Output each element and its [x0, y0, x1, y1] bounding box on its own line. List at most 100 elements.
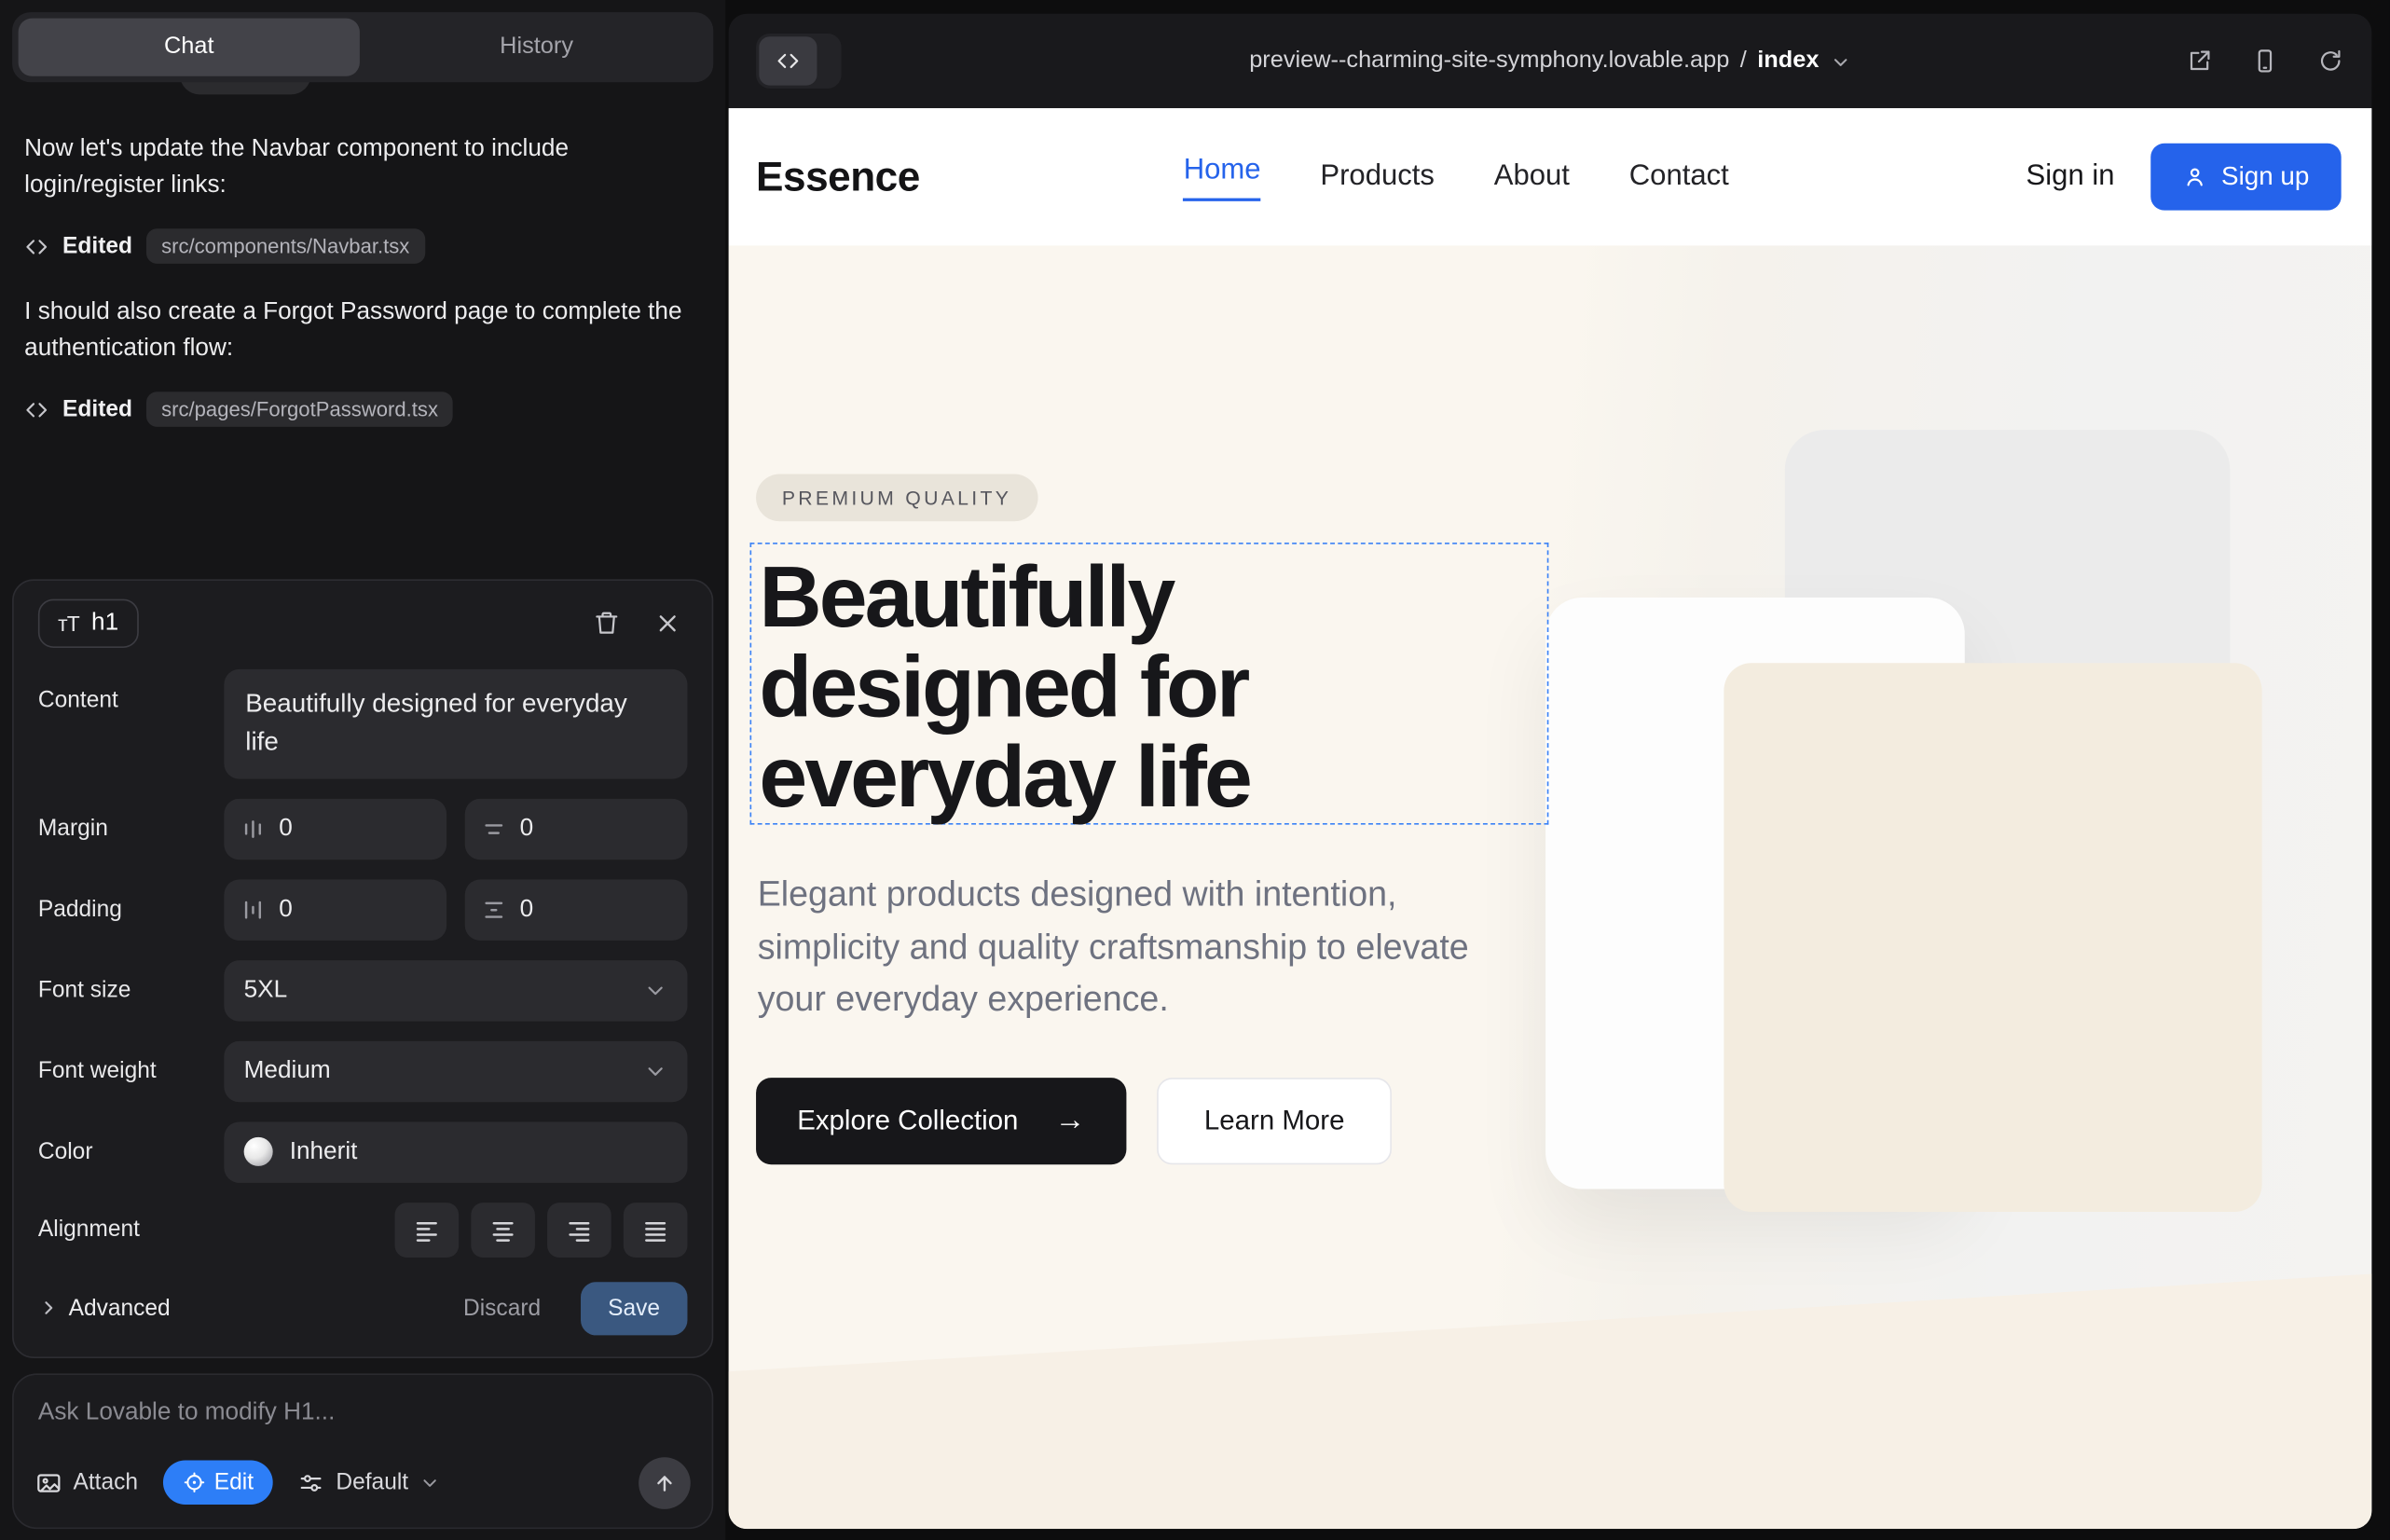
color-value: Inherit — [290, 1138, 358, 1165]
nav-products[interactable]: Products — [1320, 160, 1435, 194]
close-editor-button[interactable] — [648, 604, 688, 644]
padding-vertical-input[interactable]: 0 — [465, 879, 688, 940]
font-size-select[interactable]: 5XL — [224, 959, 687, 1020]
preview-pane: preview--charming-site-symphony.lovable.… — [725, 0, 2390, 1540]
edited-label: Edited — [62, 233, 132, 259]
save-button[interactable]: Save — [581, 1281, 688, 1334]
nav-home[interactable]: Home — [1184, 153, 1261, 200]
content-row: Content Beautifully designed for everyda… — [38, 669, 688, 778]
editor-header: тT h1 — [38, 599, 688, 648]
element-tag-pill[interactable]: тT h1 — [38, 599, 139, 648]
arrow-right-icon: → — [1055, 1104, 1086, 1139]
sliders-icon — [298, 1469, 325, 1496]
tab-history[interactable]: History — [365, 19, 707, 76]
chevron-down-icon — [1830, 52, 1851, 74]
edit-mode-button[interactable]: Edit — [162, 1461, 273, 1505]
align-center-button[interactable] — [471, 1202, 535, 1257]
chat-message: Now let's update the Navbar component to… — [24, 131, 701, 204]
margin-vertical-input[interactable]: 0 — [465, 798, 688, 859]
align-left-button[interactable] — [395, 1202, 460, 1257]
font-size-value: 5XL — [244, 976, 288, 1003]
align-right-button[interactable] — [547, 1202, 611, 1257]
attach-button[interactable]: Attach — [35, 1469, 138, 1496]
content-textarea[interactable]: Beautifully designed for everyday life — [224, 669, 687, 778]
content-label: Content — [38, 669, 224, 713]
alignment-label: Alignment — [38, 1217, 224, 1243]
nav-about[interactable]: About — [1494, 160, 1570, 194]
editor-footer: Advanced Discard Save — [38, 1281, 688, 1334]
edited-file-row: Edited src/components/Navbar.tsx — [24, 228, 701, 264]
code-toggle[interactable] — [756, 34, 842, 89]
attach-label: Attach — [73, 1469, 138, 1495]
file-chip[interactable]: src/components/Navbar.tsx — [146, 228, 425, 264]
send-button[interactable] — [639, 1456, 691, 1508]
font-size-label: Font size — [38, 977, 224, 1003]
discard-button[interactable]: Discard — [454, 1293, 550, 1322]
open-external-button[interactable] — [2186, 48, 2213, 75]
font-weight-select[interactable]: Medium — [224, 1040, 687, 1101]
edited-file-row: Edited src/pages/ForgotPassword.tsx — [24, 392, 701, 427]
hero-headline[interactable]: Beautifully designed for everyday life — [751, 544, 1547, 823]
explore-collection-label: Explore Collection — [797, 1106, 1018, 1137]
delete-element-button[interactable] — [587, 604, 627, 644]
chat-history-tabs: Chat History — [12, 12, 713, 82]
user-icon — [2183, 165, 2207, 189]
selected-element-outline[interactable]: Beautifully designed for everyday life — [750, 543, 1549, 825]
align-right-icon — [566, 1216, 593, 1243]
margin-horizontal-value: 0 — [279, 815, 293, 842]
padding-label: Padding — [38, 896, 224, 922]
chat-message: I should also create a Forgot Password p… — [24, 295, 701, 367]
browser-toolbar: preview--charming-site-symphony.lovable.… — [729, 14, 2372, 108]
learn-more-button[interactable]: Learn More — [1157, 1078, 1392, 1164]
nav-contact[interactable]: Contact — [1629, 160, 1729, 194]
margin-label: Margin — [38, 816, 224, 842]
chat-messages[interactable]: Now let's update the Navbar component to… — [0, 82, 725, 579]
mode-label: Default — [336, 1469, 408, 1495]
align-justify-button[interactable] — [624, 1202, 688, 1257]
composer-input[interactable] — [35, 1396, 691, 1426]
padding-vertical-icon — [483, 899, 504, 920]
mode-selector[interactable]: Default — [298, 1469, 441, 1496]
hero-paragraph: Elegant products designed with intention… — [758, 867, 1508, 1024]
padding-horizontal-input[interactable]: 0 — [224, 879, 446, 940]
font-weight-value: Medium — [244, 1057, 331, 1084]
chevron-down-icon — [643, 1059, 667, 1083]
margin-horizontal-input[interactable]: 0 — [224, 798, 446, 859]
align-justify-icon — [641, 1216, 668, 1243]
chevron-down-icon — [419, 1472, 441, 1493]
trash-icon — [593, 610, 620, 637]
code-icon — [24, 397, 48, 421]
tab-chat[interactable]: Chat — [19, 19, 360, 76]
chat-panel: Chat History Now let's update the Navbar… — [0, 0, 725, 1540]
site-nav: Home Products About Contact — [1184, 153, 1729, 200]
font-size-row: Font size 5XL — [38, 959, 688, 1020]
site-logo[interactable]: Essence — [756, 153, 920, 200]
color-swatch — [244, 1137, 273, 1166]
cta-row: Explore Collection → Learn More — [756, 1078, 1392, 1164]
font-weight-label: Font weight — [38, 1058, 224, 1084]
chevron-right-icon — [38, 1298, 60, 1319]
padding-horizontal-icon — [242, 899, 264, 920]
code-icon — [759, 36, 817, 85]
refresh-button[interactable] — [2317, 48, 2344, 75]
sign-in-link[interactable]: Sign in — [2026, 160, 2115, 194]
align-center-icon — [489, 1216, 516, 1243]
margin-vertical-icon — [483, 818, 504, 839]
margin-vertical-value: 0 — [520, 815, 534, 842]
color-row: Color Inherit — [38, 1121, 688, 1182]
file-chip[interactable]: src/pages/ForgotPassword.tsx — [146, 392, 454, 427]
align-left-icon — [413, 1216, 440, 1243]
color-select[interactable]: Inherit — [224, 1121, 687, 1182]
explore-collection-button[interactable]: Explore Collection → — [756, 1078, 1126, 1164]
code-icon — [24, 234, 48, 258]
url-bar[interactable]: preview--charming-site-symphony.lovable.… — [1249, 48, 1851, 75]
image-icon — [35, 1469, 62, 1496]
alignment-row: Alignment — [38, 1202, 688, 1257]
advanced-toggle[interactable]: Advanced — [38, 1295, 171, 1321]
padding-vertical-value: 0 — [520, 896, 534, 923]
sign-up-button[interactable]: Sign up — [2151, 144, 2342, 211]
target-icon — [182, 1471, 205, 1494]
mobile-view-button[interactable] — [2251, 48, 2278, 75]
smartphone-icon — [2251, 48, 2278, 75]
chevron-down-icon — [643, 978, 667, 1002]
